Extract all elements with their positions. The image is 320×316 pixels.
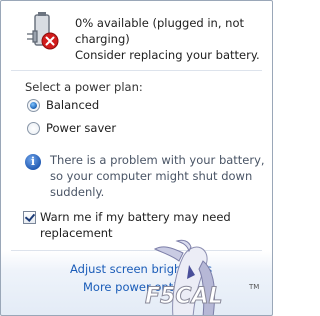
warn-replacement-label: Warn me if my battery may need replaceme… bbox=[40, 210, 231, 240]
radio-selected-icon[interactable] bbox=[27, 98, 40, 112]
radio-unselected-icon[interactable] bbox=[27, 121, 40, 135]
watermark-tm: TM bbox=[248, 283, 259, 291]
battery-icon bbox=[27, 12, 59, 50]
battery-replace-hint: Consider replacing your battery. bbox=[75, 48, 260, 62]
plan-option-balanced[interactable]: Balanced bbox=[27, 97, 99, 113]
power-plan-label: Select a power plan: bbox=[25, 80, 143, 94]
battery-status-text: 0% available (plugged in, not charging) … bbox=[75, 15, 265, 63]
battery-flyout: 0% available (plugged in, not charging) … bbox=[0, 0, 273, 316]
plan-option-label: Power saver bbox=[46, 121, 117, 135]
info-icon: i bbox=[25, 154, 41, 170]
battery-percent-status: 0% available (plugged in, not charging) bbox=[75, 16, 244, 46]
watermark-text: F5CAL bbox=[145, 284, 223, 309]
plan-option-label: Balanced bbox=[46, 98, 100, 112]
checkbox-checked-icon[interactable] bbox=[23, 211, 36, 224]
plug-icon bbox=[27, 30, 38, 43]
battery-cap bbox=[38, 12, 46, 16]
battery-warning-text: There is a problem with your battery, so… bbox=[50, 153, 265, 199]
plan-option-power-saver[interactable]: Power saver bbox=[27, 120, 116, 136]
watermark-logo: F5CAL TM bbox=[145, 239, 259, 315]
battery-status-header: 0% available (plugged in, not charging) … bbox=[1, 1, 272, 71]
header-divider bbox=[11, 70, 262, 71]
